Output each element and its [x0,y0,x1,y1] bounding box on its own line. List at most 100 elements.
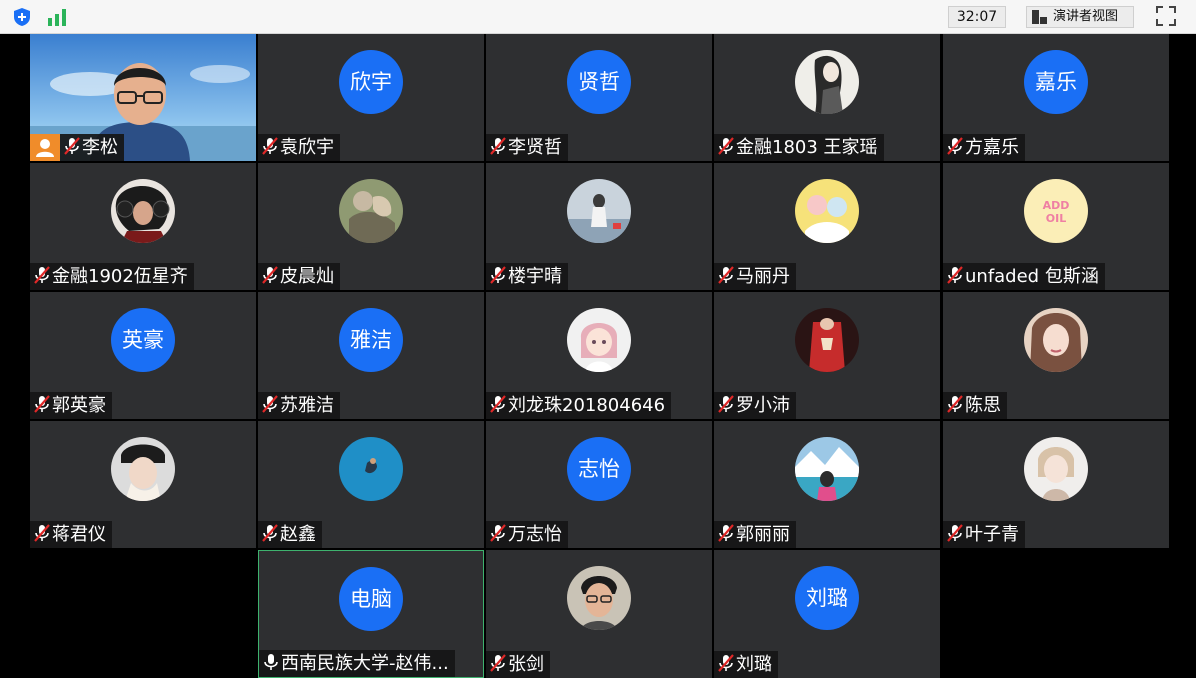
muted-mic-icon [718,395,734,413]
profile-avatar [795,308,859,372]
muted-mic-icon [947,524,963,542]
muted-mic-icon [490,266,506,284]
participant-name: 金融1803 王家瑶 [714,134,884,161]
profile-avatar [795,179,859,243]
participant-name: 李贤哲 [486,134,568,161]
muted-mic-icon [490,395,506,413]
profile-avatar: ADD OIL [1024,179,1088,243]
muted-mic-icon [490,137,506,155]
muted-mic-icon [262,266,278,284]
participant-name: 李松 [60,134,124,161]
muted-mic-icon [262,137,278,155]
initials-avatar: 欣宇 [339,50,403,114]
muted-mic-icon [947,137,963,155]
meeting-toolbar: 32:07 演讲者视图 [0,0,1196,34]
participant-tile[interactable]: 皮晨灿 [258,163,484,290]
profile-avatar [795,50,859,114]
profile-avatar [1024,308,1088,372]
participant-tile[interactable]: 罗小沛 [714,292,940,419]
participant-tile[interactable]: 郭丽丽 [714,421,940,548]
profile-avatar [567,566,631,630]
participant-name: 陈思 [943,392,1007,419]
initials-avatar: 雅洁 [339,308,403,372]
participant-name: 楼宇晴 [486,263,568,290]
participant-name: 叶子青 [943,521,1025,548]
shield-plus-icon[interactable] [12,7,32,27]
participant-name: 郭丽丽 [714,521,796,548]
participant-tile[interactable]: ADD OIL unfaded 包斯涵 [943,163,1169,290]
participant-tile[interactable]: 贤哲 李贤哲 [486,34,712,161]
participant-tile[interactable]: 欣宇 袁欣宇 [258,34,484,161]
profile-avatar [795,437,859,501]
participant-name: 马丽丹 [714,263,796,290]
muted-mic-icon [718,266,734,284]
muted-mic-icon [34,266,50,284]
profile-avatar [567,179,631,243]
participant-tile-video[interactable]: 李松 [30,34,256,161]
muted-mic-icon [947,395,963,413]
muted-mic-icon [718,524,734,542]
participant-tile[interactable]: 叶子青 [943,421,1169,548]
participant-tile-active-speaker[interactable]: 电脑 西南民族大学-赵伟... [258,550,484,678]
muted-mic-icon [262,395,278,413]
speaker-view-label: 演讲者视图 [1053,9,1119,24]
profile-avatar [111,179,175,243]
host-person-icon [36,139,54,157]
participant-name: 苏雅洁 [258,392,340,419]
participant-tile[interactable]: 刘璐 刘璐 [714,550,940,678]
muted-mic-icon [34,524,50,542]
profile-avatar [1024,437,1088,501]
signal-icon[interactable] [46,8,68,26]
muted-mic-icon [947,266,963,284]
participant-tile[interactable]: 蒋君仪 [30,421,256,548]
profile-avatar [567,308,631,372]
speaker-view-icon [1032,10,1047,24]
initials-avatar: 嘉乐 [1024,50,1088,114]
participant-tile[interactable]: 雅洁 苏雅洁 [258,292,484,419]
participant-name: 金融1902伍星齐 [30,263,194,290]
participant-tile[interactable]: 陈思 [943,292,1169,419]
initials-avatar: 英豪 [111,308,175,372]
participant-tile[interactable]: 赵鑫 [258,421,484,548]
initials-avatar: 志怡 [567,437,631,501]
participant-name: 刘龙珠201804646 [486,392,672,419]
fullscreen-icon[interactable] [1156,6,1176,26]
participant-name: 蒋君仪 [30,521,112,548]
participant-tile[interactable]: 金融1902伍星齐 [30,163,256,290]
host-badge [30,134,60,161]
muted-mic-icon [64,137,80,155]
profile-avatar [339,437,403,501]
participant-name: 罗小沛 [714,392,796,419]
muted-mic-icon [718,137,734,155]
participant-name: 郭英豪 [30,392,112,419]
muted-mic-icon [718,654,734,672]
participant-tile[interactable]: 嘉乐 方嘉乐 [943,34,1169,161]
participant-name: 刘璐 [714,651,778,678]
participant-tile[interactable]: 英豪 郭英豪 [30,292,256,419]
initials-avatar: 电脑 [339,567,403,631]
meeting-timer: 32:07 [948,6,1006,28]
participant-tile[interactable]: 马丽丹 [714,163,940,290]
participant-name: 方嘉乐 [943,134,1025,161]
initials-avatar: 刘璐 [795,566,859,630]
participant-name: 万志怡 [486,521,568,548]
muted-mic-icon [262,524,278,542]
participant-tile[interactable]: 张剑 [486,550,712,678]
participant-name: 西南民族大学-赵伟... [259,650,455,677]
participant-tile[interactable]: 志怡 万志怡 [486,421,712,548]
participant-tile[interactable]: 楼宇晴 [486,163,712,290]
participant-name: 袁欣宇 [258,134,340,161]
muted-mic-icon [34,395,50,413]
participant-grid: 李松 欣宇 袁欣宇 贤哲 李贤哲 金融1803 王家瑶 嘉乐 方嘉乐 金融190… [0,34,1196,678]
speaker-view-button[interactable]: 演讲者视图 [1026,6,1134,28]
participant-name: 皮晨灿 [258,263,340,290]
participant-tile[interactable]: 刘龙珠201804646 [486,292,712,419]
participant-name: 张剑 [486,651,550,678]
mic-icon [264,654,278,670]
initials-avatar: 贤哲 [567,50,631,114]
participant-tile[interactable]: 金融1803 王家瑶 [714,34,940,161]
muted-mic-icon [490,524,506,542]
profile-avatar [111,437,175,501]
add-oil-text: ADD OIL [1043,199,1070,225]
profile-avatar [339,179,403,243]
